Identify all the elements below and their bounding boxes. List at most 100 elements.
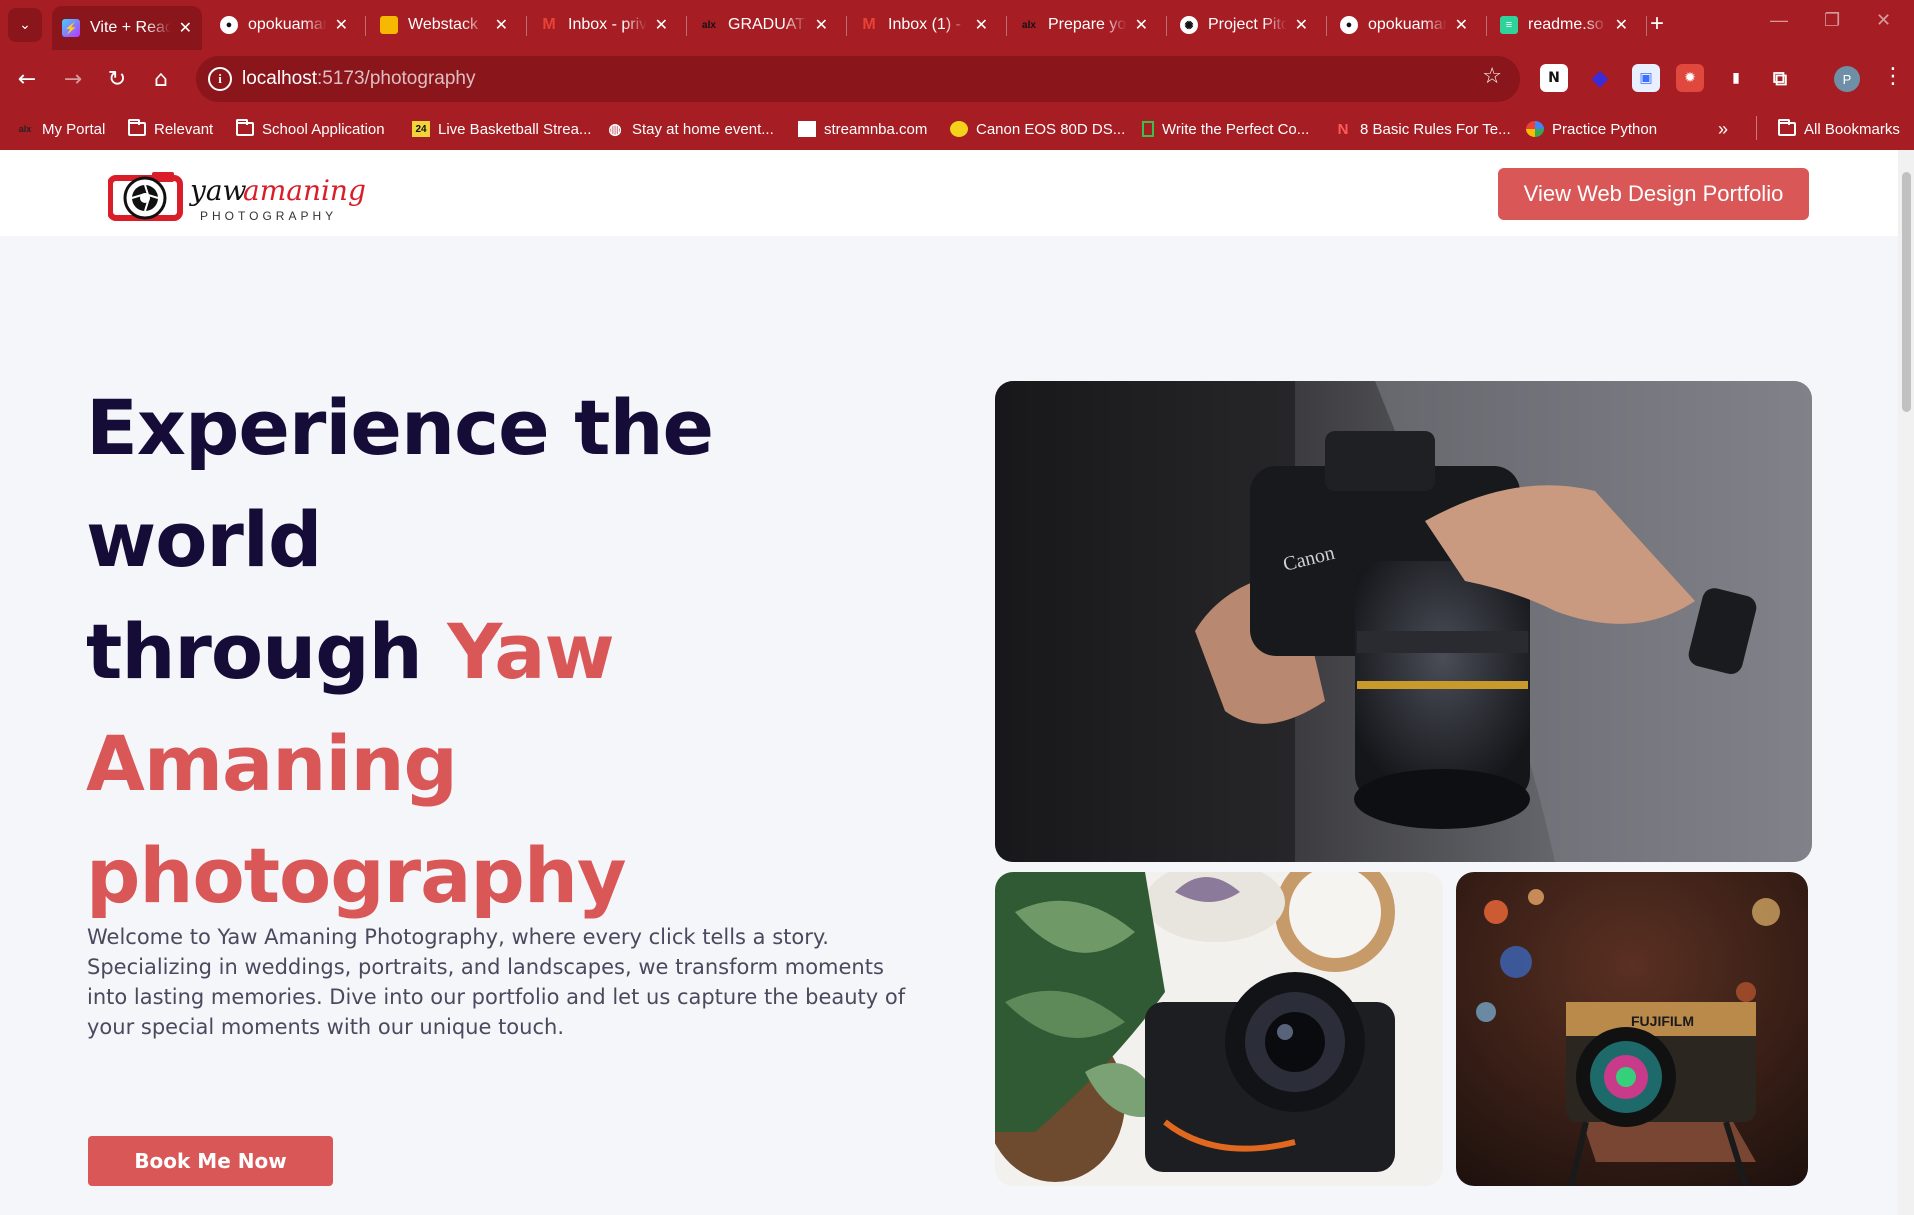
alx-icon: alx <box>18 124 32 134</box>
bookmarks-bar: alx My Portal Relevant School Applicatio… <box>0 108 1914 150</box>
close-tab-icon[interactable]: ✕ <box>975 15 988 35</box>
hero-title-accent-amaning: Amaning <box>86 719 458 808</box>
tab-divider <box>686 16 687 36</box>
photo-plant-camera <box>995 872 1443 1186</box>
all-bookmarks[interactable]: All Bookmarks <box>1778 116 1900 142</box>
extension-bug-icon[interactable]: ✹ <box>1676 64 1704 92</box>
extension-layers-icon[interactable]: ◆ <box>1586 64 1614 92</box>
close-tab-icon[interactable]: ✕ <box>1615 15 1628 35</box>
tab-inbox-1[interactable]: M Inbox (1) - ✕ <box>850 6 998 44</box>
bookmark-label: Stay at home event... <box>632 120 774 138</box>
close-tab-icon[interactable]: ✕ <box>1455 15 1468 35</box>
close-tab-icon[interactable]: ✕ <box>179 18 192 38</box>
bookmarks-overflow-icon[interactable]: » <box>1718 116 1728 142</box>
bookmark-write-perfect[interactable]: Write the Perfect Co... <box>1142 116 1309 142</box>
tab-divider <box>1006 16 1007 36</box>
hero-photo-camera-hands: Canon <box>995 381 1812 862</box>
scrollbar-thumb[interactable] <box>1902 172 1911 412</box>
bookmark-stay-at-home[interactable]: ◍ Stay at home event... <box>606 116 774 142</box>
tab-divider <box>1326 16 1327 36</box>
view-portfolio-button[interactable]: View Web Design Portfolio <box>1498 168 1809 220</box>
tab-project-pitch[interactable]: ✺ Project Pitch ✕ <box>1170 6 1318 44</box>
bookmark-label: streamnba.com <box>824 120 928 138</box>
extensions-puzzle-icon[interactable]: ⧉ <box>1766 64 1794 92</box>
python-icon <box>1526 121 1544 137</box>
tab-label: Inbox - private <box>568 16 647 33</box>
tab-label: Project Pitch <box>1208 16 1287 33</box>
site-info-icon[interactable]: i <box>208 67 232 91</box>
reload-icon[interactable]: ↻ <box>102 64 132 94</box>
close-tab-icon[interactable]: ✕ <box>335 15 348 35</box>
tab-webstack[interactable]: Webstack ✕ <box>370 6 518 44</box>
home-icon[interactable]: ⌂ <box>146 64 176 94</box>
close-tab-icon[interactable]: ✕ <box>1295 15 1308 35</box>
close-tab-icon[interactable]: ✕ <box>1135 15 1148 35</box>
close-tab-icon[interactable]: ✕ <box>655 15 668 35</box>
more-menu-icon[interactable]: ⋮ <box>1882 64 1904 89</box>
site-header: yaw amaning PHOTOGRAPHY View Web Design … <box>0 150 1898 236</box>
bookmark-live-basketball[interactable]: 24 Live Basketball Strea... <box>412 116 591 142</box>
svg-text:PHOTOGRAPHY: PHOTOGRAPHY <box>200 209 337 223</box>
folder-icon <box>236 119 254 137</box>
back-arrow-icon[interactable]: ← <box>12 64 42 94</box>
github-icon: ● <box>220 16 238 34</box>
n-icon: N <box>1337 120 1349 138</box>
bookmark-streamnba[interactable]: streamnba.com <box>798 116 927 142</box>
close-window-icon[interactable]: ✕ <box>1876 10 1891 31</box>
extension-doc-icon[interactable]: ▮ <box>1722 64 1750 92</box>
profile-avatar[interactable]: P <box>1834 66 1860 92</box>
close-tab-icon[interactable]: ✕ <box>815 15 828 35</box>
url-text[interactable]: localhost:5173/photography <box>242 68 475 90</box>
hero-description: Welcome to Yaw Amaning Photography, wher… <box>87 925 906 1039</box>
tab-github-1[interactable]: ● opokuamaning ✕ <box>210 6 358 44</box>
sports24-icon: 24 <box>412 121 430 137</box>
tab-inbox-private[interactable]: M Inbox - private ✕ <box>530 6 678 44</box>
address-bar[interactable]: i localhost:5173/photography ☆ <box>196 56 1520 102</box>
tab-divider <box>1486 16 1487 36</box>
new-tab-plus-icon[interactable]: + <box>1650 10 1664 38</box>
svg-text:FUJIFILM: FUJIFILM <box>1631 1013 1694 1029</box>
folder-icon <box>128 119 146 137</box>
coin-icon <box>950 121 968 137</box>
bookmark-relevant[interactable]: Relevant <box>128 116 213 142</box>
forward-arrow-icon[interactable]: → <box>58 64 88 94</box>
tab-prepare[interactable]: alx Prepare your ✕ <box>1010 6 1158 44</box>
doc-icon <box>1142 121 1154 137</box>
bookmark-8-basic-rules[interactable]: N 8 Basic Rules For Te... <box>1334 116 1511 142</box>
gmail-icon: M <box>862 16 876 33</box>
bookmark-school-application[interactable]: School Application <box>236 116 385 142</box>
extension-window-icon[interactable]: ▣ <box>1632 64 1660 92</box>
tab-github-2[interactable]: ● opokuamaning ✕ <box>1330 6 1478 44</box>
site-logo[interactable]: yaw amaning PHOTOGRAPHY <box>107 168 368 224</box>
camera-logo-icon: yaw amaning PHOTOGRAPHY <box>107 172 366 223</box>
page-scrollbar[interactable] <box>1898 150 1914 1215</box>
bookmark-canon-eos[interactable]: Canon EOS 80D DS... <box>950 116 1125 142</box>
hero-title-accent-yaw: Yaw <box>447 607 615 696</box>
tab-strip: ⌄ ⚡ Vite + React ✕ ● opokuamaning ✕ Webs… <box>0 0 1914 50</box>
hero-title-line2: through <box>86 607 448 696</box>
folder-icon <box>1778 119 1796 137</box>
tab-label: GRADUATE <box>728 16 807 33</box>
bookmark-label: School Application <box>262 120 385 138</box>
tab-divider <box>1646 16 1647 36</box>
svg-text:amaning: amaning <box>243 174 366 207</box>
page-viewport: yaw amaning PHOTOGRAPHY View Web Design … <box>0 150 1914 1215</box>
tab-search-chevron-icon[interactable]: ⌄ <box>8 8 42 42</box>
bookmark-practice-python[interactable]: Practice Python <box>1526 116 1657 142</box>
close-tab-icon[interactable]: ✕ <box>495 15 508 35</box>
book-me-now-button[interactable]: Book Me Now <box>88 1136 333 1186</box>
extension-notion-icon[interactable]: N <box>1540 64 1568 92</box>
restore-icon[interactable]: ❐ <box>1824 10 1840 31</box>
minimize-icon[interactable]: — <box>1770 10 1788 31</box>
bookmark-star-icon[interactable]: ☆ <box>1482 64 1502 89</box>
hero-title: Experience the world through Yaw Amaning… <box>86 372 946 932</box>
tab-label: Prepare your <box>1048 16 1127 33</box>
bookmark-my-portal[interactable]: alx My Portal <box>16 116 106 142</box>
tab-graduate[interactable]: alx GRADUATE ✕ <box>690 6 838 44</box>
tab-readme[interactable]: ≡ readme.so ✕ <box>1490 6 1638 44</box>
tab-label: readme.so <box>1528 16 1604 33</box>
tab-label: Webstack <box>408 16 478 33</box>
tab-vite-react[interactable]: ⚡ Vite + React ✕ <box>52 6 202 50</box>
tab-label: opokuamaning <box>248 16 327 33</box>
github-icon: ● <box>1340 16 1358 34</box>
